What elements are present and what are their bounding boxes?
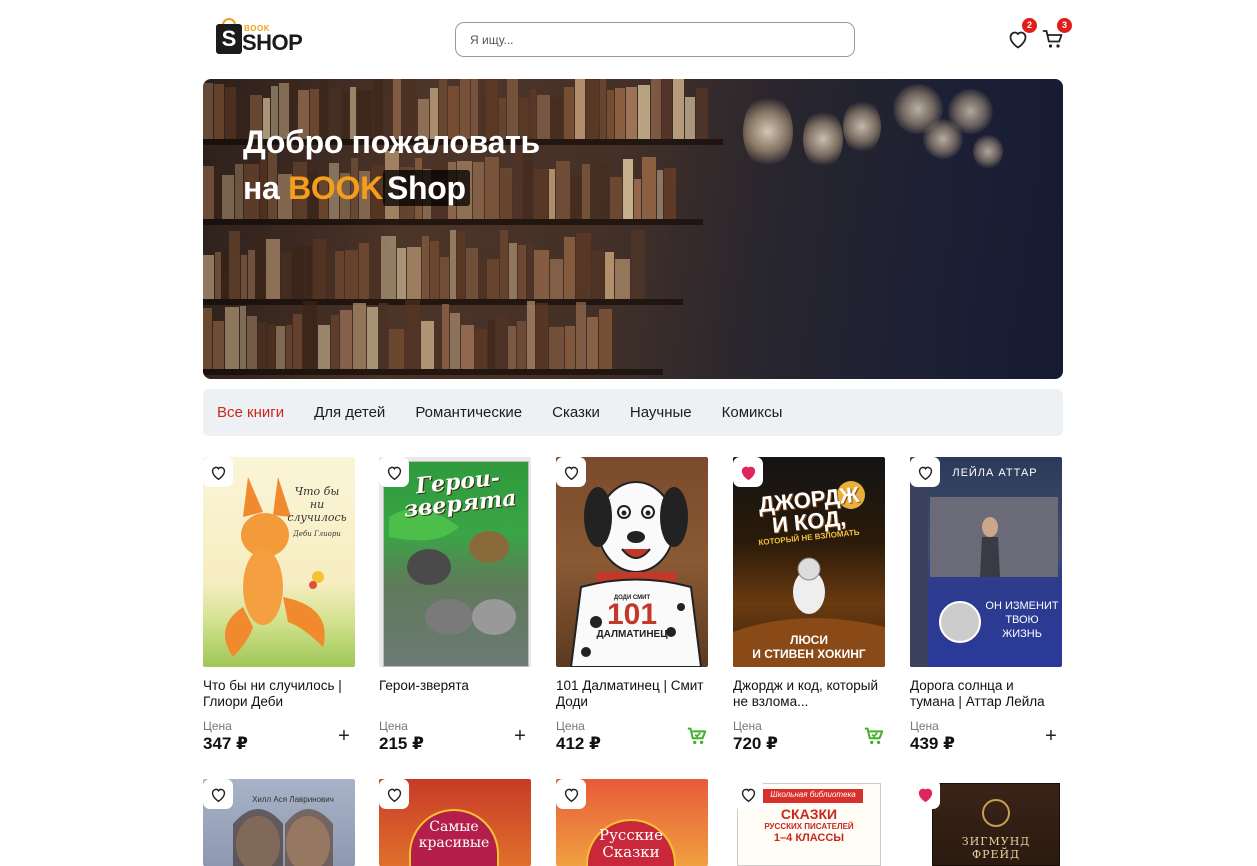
book-cover[interactable]: Русские Сказки xyxy=(556,779,708,866)
product-title[interactable]: Что бы ни случилось | Глиори Деби xyxy=(203,678,355,710)
favorite-button[interactable] xyxy=(910,457,940,487)
hero-title: Добро пожаловать на BOOK Shop xyxy=(243,119,540,211)
favorite-button[interactable] xyxy=(733,779,763,809)
book-cover[interactable]: ДОДИ СМИТ 101 ДАЛМАТИНЕЦ xyxy=(556,457,708,667)
cart-added-icon xyxy=(864,727,884,745)
product-title[interactable]: Джордж и код, который не взлома... xyxy=(733,678,885,710)
heart-outline-icon xyxy=(387,788,401,802)
hero-banner: Добро пожаловать на BOOK Shop xyxy=(203,79,1063,379)
heart-outline-icon xyxy=(564,466,578,480)
hero-title-line2: на BOOK Shop xyxy=(243,165,540,211)
product-card[interactable]: Школьная библиотека СКАЗКИ РУССКИХ ПИСАТ… xyxy=(733,779,885,866)
product-card[interactable]: ДЖОРДЖ И КОД, КОТОРЫЙ НЕ ВЗЛОМАТЬ ЛЮСИ И … xyxy=(733,457,885,754)
logo-bag-icon: S xyxy=(216,24,242,54)
product-card[interactable]: Что бы ни случилось Деби Глиори Что бы ни … xyxy=(203,457,355,754)
tab-science[interactable]: Научные xyxy=(630,404,692,421)
tab-fairy-tales[interactable]: Сказки xyxy=(552,404,600,421)
heart-filled-icon xyxy=(918,788,932,802)
product-card[interactable]: Русские Сказки xyxy=(556,779,708,866)
book-cover[interactable]: ДЖОРДЖ И КОД, КОТОРЫЙ НЕ ВЗЛОМАТЬ ЛЮСИ И … xyxy=(733,457,885,667)
hero-title-line1: Добро пожаловать xyxy=(243,124,540,160)
heart-outline-icon xyxy=(211,466,225,480)
favorite-button[interactable] xyxy=(556,779,586,809)
favorite-button[interactable] xyxy=(556,457,586,487)
favorite-button[interactable] xyxy=(379,779,409,809)
favorites-button[interactable]: 2 xyxy=(1006,18,1037,51)
product-title[interactable]: 101 Далматинец | Смит Доди xyxy=(556,678,708,710)
favorites-count-badge: 2 xyxy=(1022,18,1037,33)
book-cover[interactable]: Школьная библиотека СКАЗКИ РУССКИХ ПИСАТ… xyxy=(733,779,885,866)
book-cover[interactable]: ЛЕЙЛА АТТАР ОН ИЗМЕНИТ ТВОЮ ЖИЗНЬ xyxy=(910,457,1062,667)
product-card[interactable]: Хилл Ася Лавринович xyxy=(203,779,355,866)
product-card[interactable]: ДОДИ СМИТ 101 ДАЛМАТИНЕЦ 101 Далматинец … xyxy=(556,457,708,754)
favorite-button[interactable] xyxy=(910,779,940,809)
heart-outline-icon xyxy=(387,466,401,480)
book-cover[interactable]: Что бы ни случилось Деби Глиори xyxy=(203,457,355,667)
book-cover[interactable]: Хилл Ася Лавринович xyxy=(203,779,355,866)
favorite-button[interactable] xyxy=(379,457,409,487)
tab-romantic[interactable]: Романтические xyxy=(415,404,522,421)
heart-outline-icon xyxy=(741,788,755,802)
product-card[interactable]: Герои-зверята Герои-зверята Цена 215 ₽ + xyxy=(379,457,531,754)
category-tabs: Все книги Для детей Романтические Сказки… xyxy=(203,389,1063,436)
logo-shop-text: SHOP xyxy=(242,30,303,55)
in-cart-button[interactable] xyxy=(863,725,885,747)
add-to-cart-button[interactable]: + xyxy=(509,725,531,747)
product-card[interactable]: ЛЕЙЛА АТТАР ОН ИЗМЕНИТ ТВОЮ ЖИЗНЬ Дорога с… xyxy=(910,457,1062,754)
book-cover[interactable]: Самые красивые xyxy=(379,779,531,866)
add-to-cart-button[interactable]: + xyxy=(333,725,355,747)
favorite-button[interactable] xyxy=(733,457,763,487)
cart-button[interactable]: 3 xyxy=(1041,18,1072,51)
product-title[interactable]: Герои-зверята xyxy=(379,678,531,710)
heart-outline-icon xyxy=(211,788,225,802)
book-cover[interactable]: Герои-зверята xyxy=(379,457,531,667)
heart-outline-icon xyxy=(564,788,578,802)
tab-comics[interactable]: Комиксы xyxy=(722,404,783,421)
add-to-cart-button[interactable]: + xyxy=(1040,725,1062,747)
heart-outline-icon xyxy=(918,466,932,480)
heart-filled-icon xyxy=(741,466,755,480)
product-card[interactable]: Самые красивые xyxy=(379,779,531,866)
hero-accent-book: BOOK xyxy=(288,170,383,206)
cart-count-badge: 3 xyxy=(1057,18,1072,33)
search-input[interactable] xyxy=(455,22,855,57)
bookshop-logo[interactable]: S BOOK SHOP xyxy=(216,16,303,62)
tab-all-books[interactable]: Все книги xyxy=(217,404,284,421)
hero-shop-word: Shop xyxy=(382,170,470,206)
tab-for-children[interactable]: Для детей xyxy=(314,404,385,421)
product-title[interactable]: Дорога солнца и тумана | Аттар Лейла xyxy=(910,678,1062,710)
book-cover[interactable]: ЗИГМУНД ФРЕЙД xyxy=(910,779,1062,866)
product-card[interactable]: ЗИГМУНД ФРЕЙД xyxy=(910,779,1062,866)
favorite-button[interactable] xyxy=(203,457,233,487)
cart-added-icon xyxy=(687,727,707,745)
favorite-button[interactable] xyxy=(203,779,233,809)
site-header: S BOOK SHOP 2 3 xyxy=(203,14,1072,64)
in-cart-button[interactable] xyxy=(686,725,708,747)
